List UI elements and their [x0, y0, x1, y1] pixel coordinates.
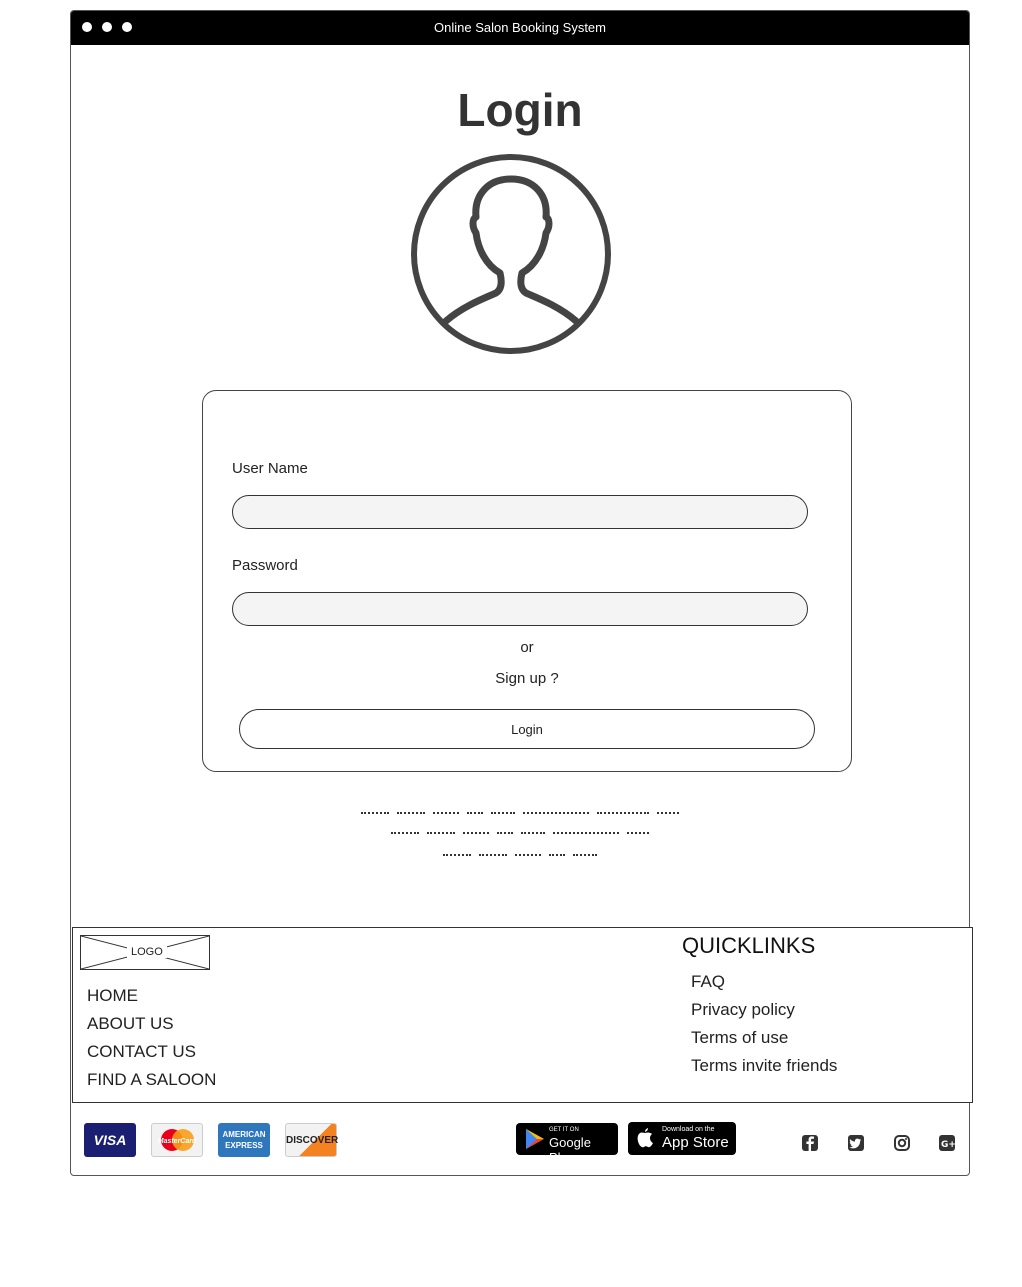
placeholder-text-line-3	[71, 843, 969, 861]
signup-link[interactable]: Sign up ?	[203, 670, 851, 687]
logo-placeholder[interactable]: LOGO	[80, 935, 210, 970]
google-play-badge[interactable]: GET IT ON Google Play	[516, 1123, 618, 1165]
footer-links-section: LOGO HOME ABOUT US CONTACT US FIND A SAL…	[72, 927, 973, 1103]
quicklinks-title: QUICKLINKS	[682, 933, 816, 958]
username-label: User Name	[232, 460, 308, 477]
apple-icon	[637, 1128, 653, 1148]
mastercard-label: MasterCard	[157, 1138, 197, 1145]
quicklink-terms-of-use[interactable]: Terms of use	[691, 1028, 788, 1048]
svg-text:G+: G+	[941, 1140, 956, 1150]
footer-nav-contact-us[interactable]: CONTACT US	[87, 1042, 196, 1062]
visa-card-icon: VISA	[84, 1123, 136, 1157]
page-title: Login	[457, 84, 583, 136]
quicklink-terms-invite-friends[interactable]: Terms invite friends	[691, 1056, 837, 1076]
quicklink-faq[interactable]: FAQ	[691, 972, 725, 992]
app-store-small-text: Download on the	[662, 1126, 715, 1133]
footer-nav-about-us[interactable]: ABOUT US	[87, 1014, 174, 1034]
password-label: Password	[232, 557, 298, 574]
username-input[interactable]	[232, 495, 808, 529]
placeholder-text-line-2	[71, 821, 969, 839]
password-input[interactable]	[232, 592, 808, 626]
amex-card-icon: AMERICAN EXPRESS	[218, 1123, 270, 1157]
google-play-big-text: Google Play	[549, 1135, 591, 1165]
facebook-icon[interactable]	[801, 1134, 819, 1152]
discover-card-icon: DISCOVER	[285, 1123, 338, 1157]
app-store-big-text: App Store	[662, 1134, 729, 1151]
user-avatar-icon	[411, 154, 611, 354]
window-title: Online Salon Booking System	[434, 20, 606, 35]
or-text: or	[520, 639, 534, 656]
login-form-card: User Name Password or Sign up ? Login	[202, 390, 852, 772]
footer-nav-home[interactable]: HOME	[87, 986, 138, 1006]
logo-label: LOGO	[127, 946, 167, 958]
mastercard-card-icon: MasterCard	[151, 1123, 203, 1157]
footer-bottom-bar: VISA MasterCard AMERICAN EXPRESS DISCOVE…	[70, 1103, 970, 1175]
login-button[interactable]: Login	[239, 709, 815, 749]
footer-nav-find-a-saloon[interactable]: FIND A SALOON	[87, 1070, 216, 1090]
quicklink-privacy-policy[interactable]: Privacy policy	[691, 1000, 795, 1020]
google-plus-icon[interactable]: G+	[938, 1134, 956, 1152]
app-store-badge[interactable]: Download on the App Store	[628, 1122, 736, 1155]
google-play-icon	[526, 1129, 544, 1149]
title-bar: Online Salon Booking System	[71, 11, 969, 45]
google-play-small-text: GET IT ON	[549, 1127, 579, 1133]
instagram-icon[interactable]	[893, 1134, 911, 1152]
placeholder-text-line-1	[71, 801, 969, 819]
twitter-icon[interactable]	[847, 1134, 865, 1152]
